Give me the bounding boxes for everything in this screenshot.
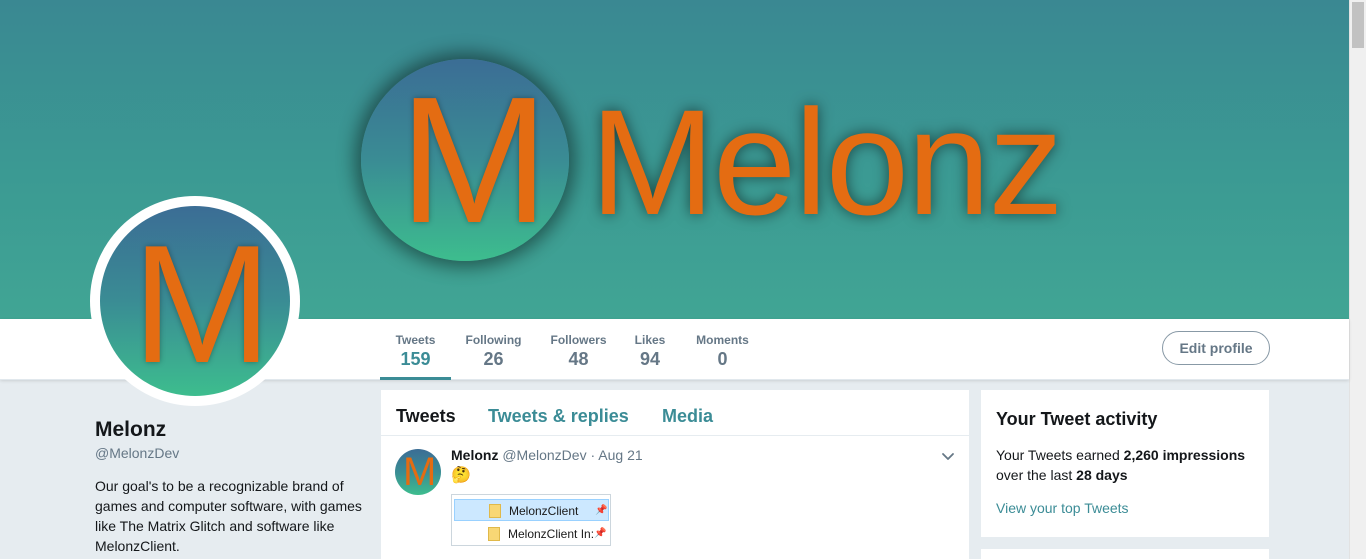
stat-tweets[interactable]: Tweets 159 [380,319,451,380]
timeline: Tweets Tweets & replies Media M Melonz @… [381,390,969,559]
pin-icon: 📌 [594,528,607,539]
stat-value: 26 [483,349,504,369]
timeline-tabs: Tweets Tweets & replies Media [381,390,969,436]
sidebar-card [981,549,1269,559]
tweet[interactable]: M Melonz @MelonzDev · Aug 21 🤔 MelonzCli… [381,436,969,559]
profile-bio: Our goal's to be a recognizable brand of… [95,478,362,554]
stat-label: Likes [634,333,666,347]
tweet-media-image[interactable]: MelonzClient 📌 MelonzClient In: 📌 [451,494,611,546]
chevron-down-icon[interactable] [941,450,955,464]
media-row-selected: MelonzClient 📌 [454,499,609,521]
page-scrollbar[interactable] [1349,0,1366,559]
activity-summary: Your Tweets earned 2,260 impressions ove… [996,445,1256,485]
tweet-author-handle[interactable]: @MelonzDev [502,447,586,463]
tweet-activity-card: Your Tweet activity Your Tweets earned 2… [981,390,1269,537]
stat-value: 94 [639,349,661,369]
tweet-avatar[interactable]: M [395,449,441,495]
media-row-label: MelonzClient [509,504,579,518]
stat-label: Followers [550,333,607,347]
tweet-avatar-letter: M [403,450,437,494]
banner-wordmark: Melonz [590,78,1064,246]
view-top-tweets-link[interactable]: View your top Tweets [996,500,1129,516]
stat-value: 48 [568,349,589,369]
tweet-text: 🤔 [451,467,471,484]
folder-icon [488,527,500,541]
activity-title: Your Tweet activity [996,409,1158,429]
media-row-label: MelonzClient In: [508,527,595,541]
pin-icon: 📌 [595,505,608,516]
stat-label: Following [465,333,522,347]
stat-value: 159 [400,349,431,369]
avatar-image: M [100,206,290,396]
tweet-timestamp[interactable]: Aug 21 [598,447,642,463]
stat-moments[interactable]: Moments 0 [692,319,753,380]
edit-profile-button[interactable]: Edit profile [1162,331,1270,365]
tab-media[interactable]: Media [662,406,713,427]
tweet-header: Melonz @MelonzDev · Aug 21 [451,447,643,463]
tweet-author-name[interactable]: Melonz [451,447,498,463]
activity-period: 28 days [1076,467,1128,483]
banner-logo: M [361,59,569,261]
profile-name[interactable]: Melonz [95,418,166,442]
profile-handle[interactable]: @MelonzDev [95,445,179,461]
stat-followers[interactable]: Followers 48 [547,319,610,380]
profile-avatar[interactable]: M [90,196,300,406]
stat-label: Moments [696,333,749,347]
stat-following[interactable]: Following 26 [462,319,525,380]
stat-value: 0 [717,349,728,369]
activity-period-prefix: over the last [996,467,1077,483]
activity-impressions: 2,260 impressions [1123,447,1246,463]
tab-tweets-replies[interactable]: Tweets & replies [488,406,629,427]
tweet-separator: · [590,447,596,463]
tab-tweets[interactable]: Tweets [396,406,456,427]
banner-logo-letter: M [399,60,549,261]
media-row: MelonzClient In: 📌 [454,523,609,545]
activity-earned-prefix: Your Tweets earned [996,447,1124,463]
folder-icon [489,504,501,518]
avatar-letter: M [132,210,272,396]
stat-label: Tweets [395,333,436,347]
scrollbar-thumb[interactable] [1352,2,1364,48]
stat-likes[interactable]: Likes 94 [630,319,670,380]
